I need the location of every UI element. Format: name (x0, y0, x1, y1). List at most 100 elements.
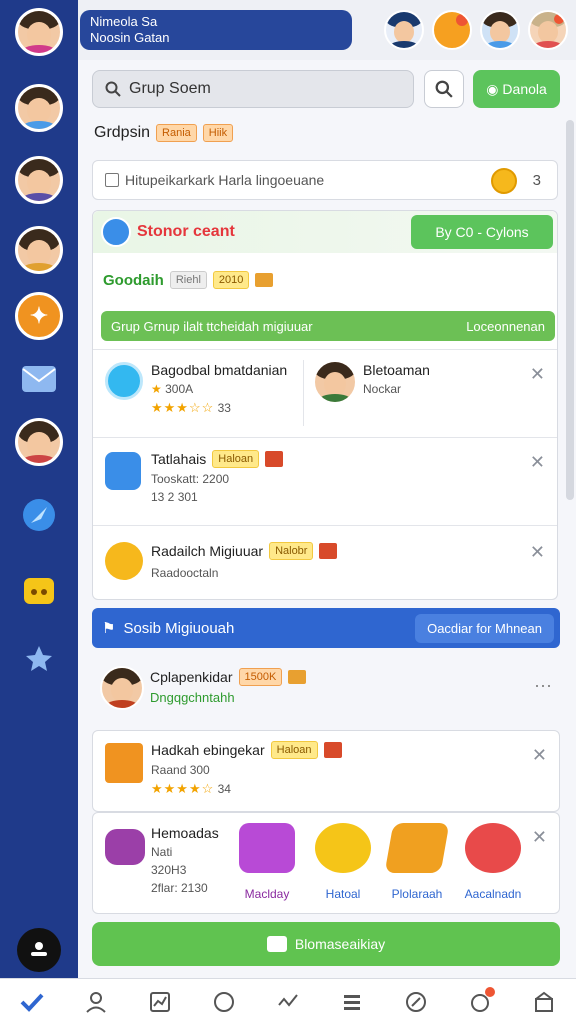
list-item[interactable]: Hadkah ebingekar Haloan Raand 300 ★★★★☆ … (92, 730, 560, 812)
feature-tag: 1500K (238, 668, 283, 686)
row-title: Hemoadas (151, 825, 219, 841)
close-icon[interactable]: ✕ (532, 745, 547, 766)
list-item[interactable]: Radailch Migiuuar Nalobr Raadooctaln ✕ (93, 525, 557, 599)
close-icon[interactable]: ✕ (532, 827, 547, 848)
section-header: Stonor ceant By C0 - Cylons (93, 211, 557, 253)
sub-tag-1: Riehl (169, 271, 207, 289)
section-title: Stonor ceant (137, 223, 235, 240)
row-title: Tatlahais (151, 451, 207, 467)
notice-text: Hitupeikarkark Harla lingoeuane (125, 172, 325, 188)
profile-menu-icon[interactable] (17, 928, 61, 972)
rail-avatar-contact-2[interactable] (15, 156, 63, 204)
top-avatar-2[interactable] (480, 10, 520, 50)
header-line-2: Noosin Gatan (90, 30, 170, 45)
social-banner[interactable]: ⚑ Sosib Migiuouah Oacdiar for Mhnean (92, 608, 560, 648)
close-icon[interactable]: ✕ (530, 364, 545, 385)
chart-icon[interactable] (147, 989, 173, 1015)
notification-icon[interactable] (467, 986, 495, 1015)
page-title: Grdpsin Rania Hiik (94, 124, 234, 142)
section-button[interactable]: By C0 - Cylons (411, 215, 553, 249)
more-icon[interactable]: ⋯ (534, 676, 552, 697)
primary-cta-label: Blomaseaikiay (294, 936, 386, 952)
checkbox-icon[interactable] (105, 173, 119, 187)
title-tag-2: Hiik (202, 124, 234, 142)
rail-avatar-contact-3[interactable] (15, 226, 63, 274)
mail-icon[interactable] (18, 358, 60, 400)
top-notification-icon[interactable] (432, 10, 472, 50)
user-icon[interactable] (83, 989, 109, 1015)
action-button[interactable]: ◉ Danola (473, 70, 560, 108)
flag-icon: ⚑ (102, 620, 116, 637)
close-icon[interactable]: ✕ (530, 452, 545, 473)
ribbon-icon (265, 451, 284, 467)
search-button[interactable] (424, 70, 464, 108)
gift-label-2: Hatoal (325, 887, 361, 901)
scrollbar[interactable] (566, 120, 574, 500)
mail-icon (266, 936, 287, 952)
row-sub: 300A (165, 382, 194, 396)
notice-count: 3 (532, 172, 541, 189)
page-title-text: Grdpsin (94, 124, 151, 141)
sub-title-row: Goodaih Riehl 2010 (103, 271, 274, 289)
gift-label-3: Plolaraah (391, 887, 443, 901)
row-title: Hadkah ebingekar (151, 742, 265, 758)
rail-avatar-contact-1[interactable] (15, 84, 63, 132)
rail-avatar-self[interactable] (15, 8, 63, 56)
settings-icon[interactable] (18, 638, 60, 680)
search-icon (105, 81, 121, 97)
header-user-box[interactable]: Nimeola Sa Noosin Gatan (80, 10, 352, 50)
close-icon[interactable]: ✕ (530, 542, 545, 563)
row-count: 33 (217, 401, 231, 415)
group-bar[interactable]: Grup Grnup ilalt ttcheidah migiuuar Loce… (101, 311, 555, 341)
row-meta: 13 2 301 (151, 490, 198, 504)
gift-label-4: Aacalnadn (464, 887, 522, 901)
gift-icon[interactable] (239, 823, 295, 873)
gift-box-icon (105, 743, 143, 783)
row-sub-1: Nati (151, 845, 173, 859)
ticket-icon (255, 273, 274, 287)
rail-game-icon[interactable]: ✦ (15, 292, 63, 340)
ticket-icon (288, 670, 307, 684)
bottom-nav (0, 978, 576, 1024)
row-sub-3: 2flar: 2130 (151, 881, 208, 895)
list-item[interactable]: Bagodbal bmatdanian ★ 300A ★★★☆☆ 33 Blet… (93, 349, 557, 437)
home-icon[interactable] (19, 989, 45, 1015)
row-sub-2: 320H3 (151, 863, 187, 877)
group-bar-right: Loceonnenan (466, 318, 545, 334)
chat-badge-icon[interactable] (18, 570, 60, 612)
treasure-icon[interactable] (315, 823, 371, 873)
banner-left-text: Sosib Migiuouah (123, 619, 235, 637)
feature-title: Cplapenkidar (150, 669, 233, 685)
top-avatar-3[interactable] (528, 10, 568, 50)
section-icon (101, 217, 131, 247)
sub-title: Goodaih (103, 271, 164, 289)
explore-icon[interactable] (403, 989, 429, 1015)
row-avatar[interactable] (313, 360, 357, 404)
ticket-gift-icon[interactable] (384, 823, 450, 873)
top-avatar-1[interactable] (384, 10, 424, 50)
wheel-icon[interactable] (465, 823, 521, 873)
compass-icon[interactable] (18, 494, 60, 536)
gifts-card: Hemoadas Nati 320H3 2flar: 2130 Maclday … (92, 812, 560, 914)
list-icon[interactable] (339, 989, 365, 1015)
list-item[interactable]: Tatlahais Haloan Tooskatt: 2200 13 2 301… (93, 437, 557, 525)
store-icon[interactable] (531, 989, 557, 1015)
feature-sub: Dngqgchntahh (150, 690, 235, 705)
feature-avatar[interactable] (100, 666, 144, 710)
notice-card[interactable]: Hitupeikarkark Harla lingoeuane 3 (92, 160, 558, 200)
row-tag: Nalobr (269, 542, 314, 560)
primary-cta-button[interactable]: Blomaseaikiay (92, 922, 560, 966)
coin-icon (105, 542, 143, 580)
row-right-title: Bletoaman (363, 362, 430, 378)
banner-pill[interactable]: Oacdiar for Mhnean (415, 613, 554, 643)
rating-stars: ★★★★☆ (151, 781, 215, 796)
activity-icon[interactable] (275, 989, 301, 1015)
rail-avatar-contact-4[interactable] (15, 418, 63, 466)
search-placeholder: Grup Soem (129, 80, 211, 97)
search-input[interactable]: Grup Soem (92, 70, 414, 108)
feature-row[interactable]: Cplapenkidar 1500K Dngqgchntahh ⋯ (92, 660, 560, 716)
row-tag: Haloan (212, 450, 260, 468)
chat-icon[interactable] (211, 989, 237, 1015)
row-sub: Raand 300 (151, 763, 210, 777)
row-tag: Haloan (270, 741, 318, 759)
